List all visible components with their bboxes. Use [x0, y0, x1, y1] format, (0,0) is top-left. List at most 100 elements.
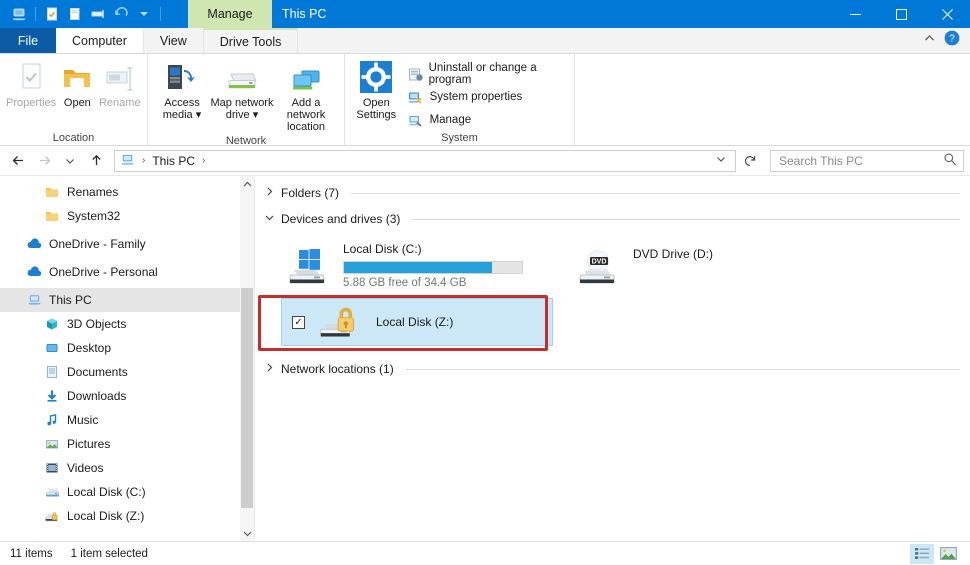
rename-icon	[104, 60, 136, 94]
sidebar-item-documents[interactable]: Documents	[0, 360, 254, 384]
sidebar-item-local-disk-z[interactable]: Local Disk (Z:)	[0, 504, 254, 528]
ribbon-button-system-properties[interactable]: System properties	[404, 87, 564, 107]
breadcrumb-separator-2[interactable]: ›	[200, 155, 207, 166]
sidebar-item-label: Videos	[67, 461, 104, 475]
sidebar-item-label: Pictures	[67, 437, 111, 451]
drive-tile-z-checkbox[interactable]: ✓	[292, 316, 305, 329]
breadcrumb[interactable]: › This PC ›	[114, 149, 736, 172]
breadcrumb-separator-1[interactable]: ›	[140, 155, 147, 166]
breadcrumb-this-pc[interactable]: This PC	[149, 151, 198, 171]
sidebar-item-local-disk-c[interactable]: Local Disk (C:)	[0, 480, 254, 504]
breadcrumb-right-controls	[709, 153, 733, 168]
drive-name-c: Local Disk (C:)	[343, 242, 422, 256]
ribbon-system-small-buttons: Uninstall or change a program System pro…	[402, 58, 568, 130]
drive-tile-dvd-drive-d[interactable]: DVD DVD Drive (D:)	[567, 236, 857, 294]
sidebar-item-system32[interactable]: System32	[0, 204, 254, 228]
access-media-text: Access media	[162, 97, 200, 121]
gear-icon	[359, 60, 393, 94]
ribbon-button-manage[interactable]: Manage	[404, 110, 564, 130]
collapse-ribbon-chevron-icon[interactable]	[923, 32, 936, 50]
sidebar-item-network[interactable]: Network	[0, 534, 254, 541]
sidebar-item-label: OneDrive - Personal	[49, 265, 158, 279]
sidebar-item-this-pc[interactable]: This PC	[0, 288, 254, 312]
ribbon-button-add-network-location[interactable]: Add a network location	[274, 58, 338, 133]
search-input[interactable]: Search This PC	[770, 149, 964, 172]
tab-view-label: View	[159, 33, 187, 48]
contextual-tab-manage[interactable]: Manage	[188, 0, 272, 28]
sidebar-item-onedrive-personal[interactable]: OneDrive - Personal	[0, 260, 254, 284]
group-header-devices-and-drives[interactable]: Devices and drives (3)	[255, 208, 970, 230]
sidebar-item-label: Local Disk (C:)	[67, 485, 146, 499]
capacity-text-c: 5.88 GB free of 34.4 GB	[343, 277, 467, 289]
sidebar-item-label: Music	[67, 413, 99, 427]
recent-locations-button[interactable]	[58, 149, 82, 173]
sidebar-item-onedrive-family[interactable]: OneDrive - Family	[0, 232, 254, 256]
navigation-scrollbar[interactable]	[240, 176, 254, 541]
sidebar-item-label: System32	[67, 209, 121, 223]
sidebar-item-3d-objects[interactable]: 3D Objects	[0, 312, 254, 336]
sidebar-item-videos[interactable]: Videos	[0, 456, 254, 480]
tab-computer[interactable]: Computer	[56, 28, 144, 53]
forward-button[interactable]	[32, 149, 56, 173]
system-properties-icon	[408, 89, 424, 105]
group-header-folders[interactable]: Folders (7)	[255, 182, 970, 204]
ribbon-button-uninstall-program[interactable]: Uninstall or change a program	[404, 62, 564, 86]
ribbon-button-access-media[interactable]: Access media ▾	[154, 58, 210, 121]
group-divider-rule	[351, 192, 960, 194]
close-button[interactable]	[924, 0, 970, 28]
sidebar-item-pictures[interactable]: Pictures	[0, 432, 254, 456]
minimize-button[interactable]	[832, 0, 878, 28]
ribbon-button-open[interactable]: Open	[56, 58, 98, 109]
drive-tile-local-disk-z[interactable]: ✓ Local Disk (Z:)	[281, 298, 553, 346]
drive-tile-local-disk-c[interactable]: Local Disk (C:) 5.88 GB free of 34.4 GB	[277, 236, 567, 294]
ribbon-tab-strip: File Computer View Drive Tools ?	[0, 28, 970, 54]
navigation-tree: Renames System32 OneDrive - Family OneDr…	[0, 176, 254, 541]
qat-rename-icon[interactable]	[87, 3, 109, 25]
back-button[interactable]	[6, 149, 30, 173]
chevron-down-icon: ▾	[252, 109, 259, 121]
address-history-chevron-icon[interactable]	[709, 153, 733, 168]
sidebar-item-desktop[interactable]: Desktop	[0, 336, 254, 360]
group-header-folders-label: Folders (7)	[281, 186, 340, 200]
help-icon[interactable]: ?	[944, 30, 960, 51]
ribbon-group-system-label: System	[441, 132, 478, 144]
drive-name-z: Local Disk (Z:)	[376, 315, 454, 329]
navigation-pane: Renames System32 OneDrive - Family OneDr…	[0, 176, 255, 541]
maximize-button[interactable]	[878, 0, 924, 28]
qat-this-pc-icon[interactable]	[8, 3, 30, 25]
qat-properties-icon[interactable]	[41, 3, 63, 25]
file-list-pane[interactable]: Folders (7) Devices and drives (3) Local…	[255, 176, 970, 541]
scroll-up-arrow-icon[interactable]	[240, 176, 254, 192]
qat-new-folder-icon[interactable]	[64, 3, 86, 25]
explorer-body: Renames System32 OneDrive - Family OneDr…	[0, 176, 970, 541]
group-header-network-locations[interactable]: Network locations (1)	[255, 358, 970, 380]
large-icons-view-button[interactable]	[936, 544, 960, 564]
breadcrumb-root[interactable]	[117, 151, 138, 171]
map-network-drive-text: Map network drive	[210, 97, 274, 121]
sidebar-item-music[interactable]: Music	[0, 408, 254, 432]
chevron-down-icon	[263, 213, 275, 225]
qat-separator-1	[35, 7, 36, 21]
qat-undo-icon[interactable]	[110, 3, 132, 25]
uninstall-program-icon	[408, 66, 423, 82]
search-icon	[943, 152, 957, 169]
ribbon-button-rename[interactable]: Rename	[99, 58, 141, 109]
tab-drive-tools[interactable]: Drive Tools	[203, 28, 299, 53]
up-button[interactable]	[84, 149, 108, 173]
ribbon-button-properties[interactable]: Properties	[6, 58, 56, 109]
window-controls	[832, 0, 970, 28]
ribbon-button-open-settings[interactable]: Open Settings	[351, 58, 402, 121]
ribbon-button-map-network-drive[interactable]: Map network drive ▾	[210, 58, 274, 121]
sidebar-item-renames[interactable]: Renames	[0, 180, 254, 204]
tab-view[interactable]: View	[143, 28, 204, 53]
refresh-button[interactable]	[738, 149, 762, 173]
scrollbar-thumb[interactable]	[241, 288, 253, 508]
scroll-down-arrow-icon[interactable]	[240, 525, 254, 541]
ribbon-button-rename-label: Rename	[98, 97, 141, 109]
sidebar-item-label: Desktop	[67, 341, 112, 355]
ribbon-button-properties-label: Properties	[6, 97, 57, 109]
tab-file[interactable]: File	[0, 28, 56, 53]
details-view-button[interactable]	[910, 543, 934, 564]
sidebar-item-downloads[interactable]: Downloads	[0, 384, 254, 408]
qat-customize-chevron-icon[interactable]	[133, 3, 155, 25]
